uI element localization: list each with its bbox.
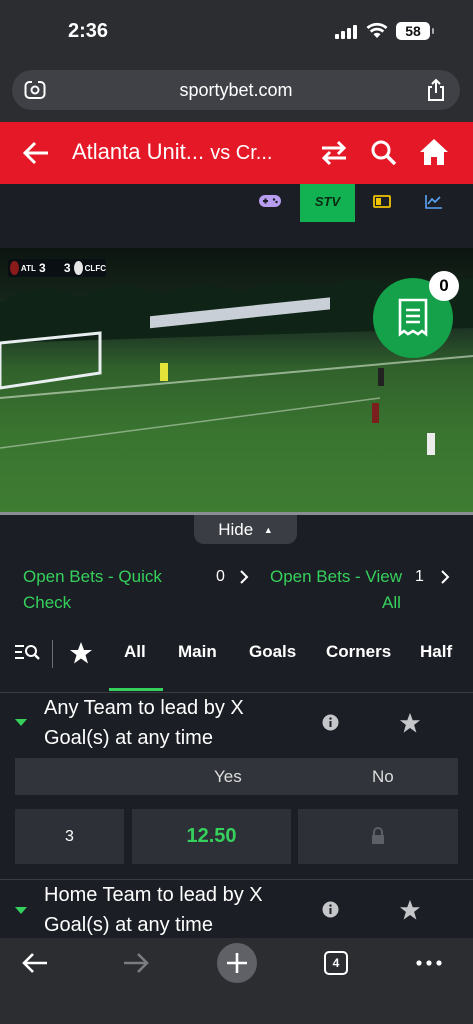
cellular-signal-icon xyxy=(335,24,357,39)
market-search-icon[interactable] xyxy=(14,643,40,663)
match-header: Atlanta Unit... vs Cr... xyxy=(0,122,473,184)
chevron-right-icon xyxy=(240,570,249,584)
line-value-cell: 3 xyxy=(15,809,124,864)
home-icon[interactable] xyxy=(419,137,449,167)
tabs-divider-vertical xyxy=(52,640,53,668)
home-team-name: Atlanta Unit... xyxy=(72,139,205,164)
browser-forward-icon xyxy=(124,953,149,973)
betslip-count-badge: 0 xyxy=(429,271,459,301)
market-title-line2[interactable]: Goal(s) at any time xyxy=(44,910,213,940)
market-tabs: All Main Goals Corners Half xyxy=(0,630,473,692)
plus-icon xyxy=(227,953,247,973)
tab-half[interactable]: Half xyxy=(420,642,452,662)
hide-label: Hide xyxy=(218,520,254,539)
tab-main[interactable]: Main xyxy=(178,642,217,662)
tab-corners[interactable]: Corners xyxy=(326,642,391,662)
stv-button[interactable]: STV xyxy=(300,184,355,222)
stats-chart-icon[interactable] xyxy=(425,194,443,209)
home-score: 3 xyxy=(39,261,46,275)
favorites-star-icon[interactable] xyxy=(69,641,93,665)
status-bar: 2:36 58 xyxy=(0,0,473,62)
away-team-name: vs Cr... xyxy=(210,142,273,164)
scoreboard-icon[interactable] xyxy=(373,195,391,208)
search-icon[interactable] xyxy=(370,139,398,167)
more-menu-icon[interactable] xyxy=(416,960,442,966)
odds-yes-button[interactable]: 12.50 xyxy=(132,809,291,864)
gamepad-icon[interactable] xyxy=(258,193,282,209)
info-icon[interactable] xyxy=(322,714,339,731)
active-tab-indicator xyxy=(109,688,163,691)
status-time: 2:36 xyxy=(68,20,109,42)
lock-icon xyxy=(372,827,384,844)
home-abbr: ATL xyxy=(20,263,36,273)
open-bets-quick-line1: Open Bets - Quick xyxy=(23,567,162,586)
market-column-headers: Yes No xyxy=(15,758,458,795)
home-crest-icon xyxy=(10,261,19,275)
open-bets-quick-count: 0 xyxy=(216,568,225,585)
hide-video-button[interactable]: Hide ▲ xyxy=(194,515,297,544)
col-yes-label: Yes xyxy=(214,767,242,786)
market-title-line2[interactable]: Goal(s) at any time xyxy=(44,723,213,753)
stv-label: STV xyxy=(314,194,341,209)
new-tab-button[interactable] xyxy=(217,943,257,983)
score-overlay: ATL 3 3 CLFC xyxy=(8,259,106,277)
address-bar[interactable]: sportybet.com xyxy=(12,70,460,110)
away-score: 3 xyxy=(63,261,71,275)
swap-icon[interactable] xyxy=(320,139,348,167)
open-bets-view-line2: All xyxy=(382,593,401,612)
away-crest-icon xyxy=(73,261,83,275)
tab-switcher-button[interactable]: 4 xyxy=(324,951,348,975)
battery-indicator: 58 xyxy=(396,22,434,40)
collapse-caret-icon[interactable] xyxy=(15,907,27,914)
receipt-icon xyxy=(398,298,428,337)
info-icon[interactable] xyxy=(322,901,339,918)
favorite-star-icon[interactable] xyxy=(399,712,421,734)
away-abbr: CLFC xyxy=(84,263,106,273)
browser-address-area: sportybet.com xyxy=(0,62,473,122)
tab-goals[interactable]: Goals xyxy=(249,642,296,662)
collapse-caret-icon[interactable] xyxy=(15,719,27,726)
market-title-line1[interactable]: Any Team to lead by X xyxy=(44,693,244,723)
favorite-star-icon[interactable] xyxy=(399,899,421,921)
open-bets-quick-line2: Check xyxy=(23,593,72,612)
caret-up-icon: ▲ xyxy=(263,525,273,535)
tab-all[interactable]: All xyxy=(124,642,146,662)
wifi-icon xyxy=(366,22,388,38)
market-title-line1[interactable]: Home Team to lead by X xyxy=(44,880,263,910)
share-icon[interactable] xyxy=(426,78,446,102)
odds-no-button-locked xyxy=(298,809,458,864)
open-bets-view-line1: Open Bets - View xyxy=(270,567,402,586)
back-arrow-icon[interactable] xyxy=(22,140,50,166)
col-no-label: No xyxy=(372,767,394,786)
browser-back-icon[interactable] xyxy=(22,952,48,974)
media-toolbar: STV xyxy=(0,184,473,248)
open-bets-view-count: 1 xyxy=(415,568,424,585)
browser-bottom-bar: 4 xyxy=(0,938,473,1024)
match-title: Atlanta Unit... vs Cr... xyxy=(72,139,272,165)
chevron-right-icon xyxy=(441,570,450,584)
url-text: sportybet.com xyxy=(179,80,293,100)
